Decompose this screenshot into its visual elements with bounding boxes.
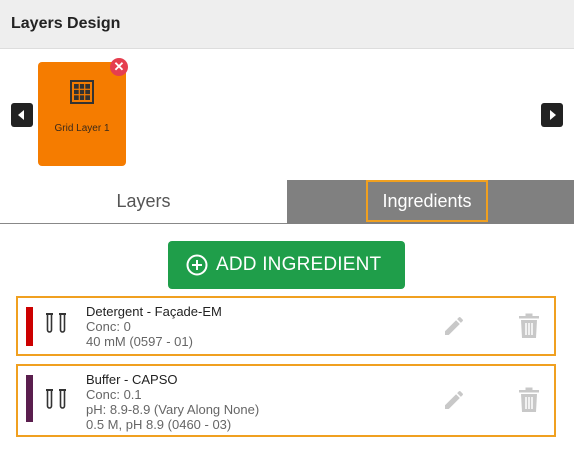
ingredient-color-bar — [26, 375, 33, 422]
remove-layer-button[interactable]: ✕ — [110, 58, 128, 76]
ingredient-name: Detergent - Façade-EM — [86, 304, 222, 319]
trash-icon[interactable] — [518, 387, 540, 413]
carousel-prev-button[interactable] — [11, 103, 33, 127]
add-ingredient-label: ADD INGREDIENT — [216, 254, 382, 275]
pencil-icon[interactable] — [442, 388, 466, 412]
ingredient-detail: 0.5 M, pH 8.9 (0460 - 03) — [86, 417, 232, 432]
ingredient-text: Detergent - Façade-EM Conc: 0 40 mM (059… — [86, 304, 222, 349]
ingredient-text: Buffer - CAPSO Conc: 0.1 pH: 8.9-8.9 (Va… — [86, 372, 259, 432]
add-ingredient-button[interactable]: ADD INGREDIENT — [168, 241, 405, 289]
test-tubes-icon — [46, 389, 66, 409]
tab-layers-label: Layers — [116, 191, 171, 211]
grid-icon — [70, 80, 94, 104]
ingredient-detail: pH: 8.9-8.9 (Vary Along None) — [86, 402, 260, 417]
ingredient-detail: 40 mM (0597 - 01) — [86, 334, 193, 349]
ingredient-conc: Conc: 0 — [86, 319, 131, 334]
ingredient-name: Buffer - CAPSO — [86, 372, 178, 387]
tab-ingredients-label: Ingredients — [382, 191, 472, 211]
ingredient-color-bar — [26, 307, 33, 346]
ingredient-item[interactable]: Buffer - CAPSO Conc: 0.1 pH: 8.9-8.9 (Va… — [16, 364, 556, 437]
layer-carousel: Grid Layer 1 ✕ — [0, 49, 574, 179]
trash-icon[interactable] — [518, 313, 540, 339]
tab-ingredients[interactable]: Ingredients — [287, 180, 574, 224]
page-title: Layers Design — [11, 15, 121, 32]
tab-bar: Layers Ingredients — [0, 180, 574, 224]
tab-layers[interactable]: Layers — [0, 180, 287, 224]
test-tubes-icon — [46, 313, 66, 333]
ingredient-conc: Conc: 0.1 — [86, 387, 142, 402]
ingredient-item[interactable]: Detergent - Façade-EM Conc: 0 40 mM (059… — [16, 296, 556, 356]
carousel-next-button[interactable] — [541, 103, 563, 127]
plus-circle-icon — [186, 254, 208, 276]
page-header: Layers Design — [0, 0, 574, 49]
layer-card-grid-layer-1[interactable]: Grid Layer 1 — [38, 62, 126, 166]
pencil-icon[interactable] — [442, 314, 466, 338]
chevron-left-icon — [18, 110, 24, 120]
remove-icon: ✕ — [113, 59, 125, 74]
chevron-right-icon — [550, 110, 556, 120]
layer-card-label: Grid Layer 1 — [54, 123, 110, 134]
